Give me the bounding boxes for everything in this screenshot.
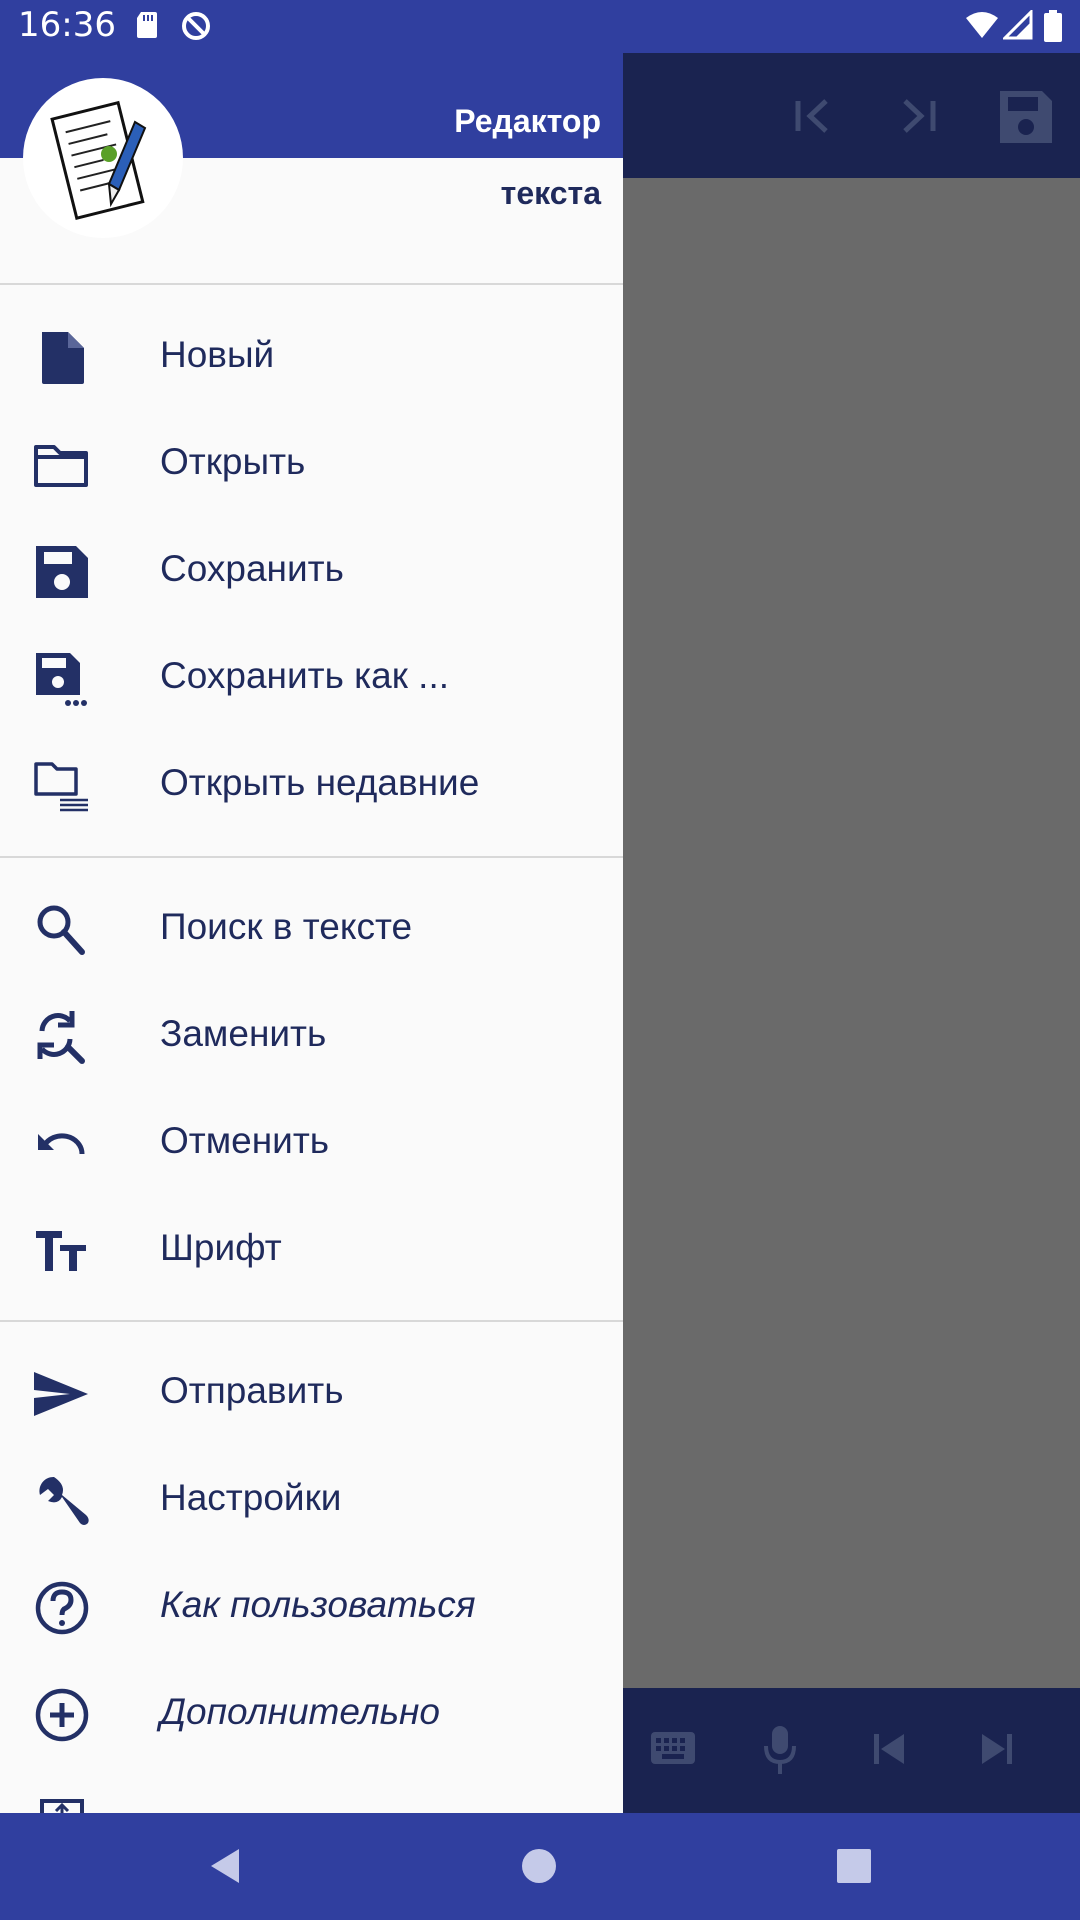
send-icon: [34, 1372, 88, 1416]
menu-item-send[interactable]: Отправить: [0, 1340, 623, 1447]
menu-label: Открыть недавние: [160, 762, 480, 803]
menu-label: Отменить: [160, 1120, 330, 1161]
folder-icon: [34, 445, 88, 487]
wrench-icon: [39, 1476, 89, 1525]
first-page-icon[interactable]: [790, 93, 836, 139]
menu-label: Заменить: [160, 1013, 327, 1054]
menu-item-additional[interactable]: Дополнительно: [0, 1661, 623, 1768]
divider: [0, 283, 623, 285]
help-icon: [35, 1581, 89, 1635]
last-page-icon[interactable]: [895, 93, 941, 139]
undo-icon: [38, 1133, 85, 1155]
sd-card-icon: [137, 12, 157, 38]
wifi-icon: [966, 12, 998, 38]
navigation-drawer: Редактор текста Новый Открыть Сохранить: [0, 53, 623, 1813]
drawer-header: Редактор текста: [0, 53, 623, 283]
divider: [0, 1320, 623, 1322]
menu-item-open[interactable]: Открыть: [0, 411, 623, 518]
menu-item-font[interactable]: Шрифт: [0, 1197, 623, 1304]
menu-label: Открыть: [160, 441, 306, 482]
menu-label: Сохранить: [160, 548, 344, 589]
keyboard-icon[interactable]: [650, 1730, 696, 1766]
new-file-icon: [42, 332, 84, 384]
menu-label: Дополнительно: [160, 1691, 440, 1732]
app-title-second-line: текста: [500, 175, 601, 211]
menu-label: Поиск в тексте: [160, 906, 413, 947]
menu-item-how-to-use[interactable]: Как пользоваться: [0, 1554, 623, 1661]
cell-signal-icon: [1003, 10, 1033, 40]
data-saver-icon: [182, 12, 210, 40]
skip-previous-icon[interactable]: [872, 1732, 906, 1766]
partial-menu-icon: [40, 1799, 84, 1813]
home-icon[interactable]: [518, 1845, 560, 1887]
menu-item-settings[interactable]: Настройки: [0, 1447, 623, 1554]
menu-item-undo[interactable]: Отменить: [0, 1090, 623, 1197]
menu-label: Как пользоваться: [160, 1584, 476, 1625]
menu-item-new[interactable]: Новый: [0, 304, 623, 411]
system-nav-bar: [0, 1813, 1080, 1920]
status-bar: 16:36: [0, 0, 1080, 53]
menu-item-save[interactable]: Сохранить: [0, 518, 623, 625]
battery-icon: [1044, 10, 1062, 42]
save-icon: [36, 546, 88, 598]
menu-label: Шрифт: [160, 1227, 282, 1268]
save-as-icon: [36, 653, 87, 706]
menu-item-search[interactable]: Поиск в тексте: [0, 876, 623, 983]
app-title: Редактор: [454, 103, 601, 139]
status-time: 16:36: [18, 5, 116, 45]
skip-next-icon[interactable]: [980, 1732, 1014, 1766]
menu-item-save-as[interactable]: Сохранить как ...: [0, 625, 623, 732]
menu-label: Настройки: [160, 1477, 342, 1518]
search-icon: [37, 905, 85, 955]
menu-label: Отправить: [160, 1370, 344, 1411]
divider: [0, 856, 623, 858]
add-circle-icon: [35, 1688, 89, 1742]
find-replace-icon: [37, 1011, 85, 1064]
menu-label: Сохранить как ...: [160, 655, 450, 696]
microphone-icon[interactable]: [762, 1724, 798, 1776]
toolbar-save-icon[interactable]: [996, 87, 1056, 147]
font-icon: [36, 1231, 86, 1271]
menu-item-replace[interactable]: Заменить: [0, 983, 623, 1090]
back-icon[interactable]: [205, 1845, 247, 1887]
document-pen-icon: [50, 100, 147, 220]
app-logo: [23, 78, 183, 238]
menu-label: Новый: [160, 334, 275, 375]
recents-icon[interactable]: [833, 1845, 875, 1887]
menu-item-open-recent[interactable]: Открыть недавние: [0, 732, 623, 839]
recent-files-icon: [34, 762, 88, 812]
